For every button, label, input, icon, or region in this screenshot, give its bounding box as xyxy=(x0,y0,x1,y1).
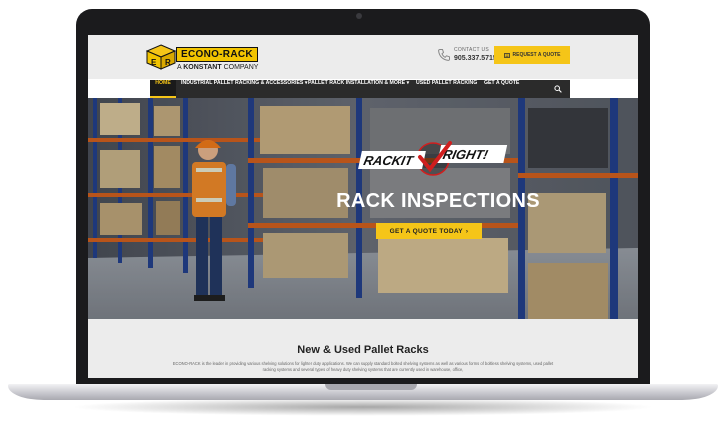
rackit-right-badge: RACKIT RIGHT! xyxy=(358,141,508,176)
nav-item-installation[interactable]: PALLET RACK INSTALLATION & MORE ▾ xyxy=(308,80,409,98)
laptop-bezel: E R ECONO-RACK A KONSTANT COMPANY CONTAC… xyxy=(76,9,650,389)
logo-sub-suffix: COMPANY xyxy=(223,64,259,71)
contact-label: CONTACT US xyxy=(454,47,490,53)
nav-label: INDUSTRIAL PALLET RACKING & ACCESSORIES xyxy=(181,80,304,86)
chevron-down-icon: ▾ xyxy=(406,80,410,86)
site-header: E R ECONO-RACK A KONSTANT COMPANY CONTAC… xyxy=(88,35,638,79)
nav-item-industrial-racking[interactable]: INDUSTRIAL PALLET RACKING & ACCESSORIES … xyxy=(181,80,307,98)
nav-item-used-racking[interactable]: USED PALLET RACKING xyxy=(416,80,477,98)
browser-viewport: E R ECONO-RACK A KONSTANT COMPANY CONTAC… xyxy=(88,35,638,378)
cube-logo-icon: E R xyxy=(146,44,176,70)
hero-title: RACK INSPECTIONS xyxy=(336,190,540,212)
logo-name: ECONO-RACK xyxy=(176,47,258,62)
camera-icon xyxy=(356,13,362,19)
section-title: New & Used Pallet Racks xyxy=(297,344,429,356)
cta-label: GET A QUOTE TODAY xyxy=(389,227,463,235)
chevron-right-icon: › xyxy=(465,227,469,235)
main-nav: HOME INDUSTRIAL PALLET RACKING & ACCESSO… xyxy=(150,80,570,98)
logo-subtitle: A KONSTANT COMPANY xyxy=(177,64,258,71)
search-icon[interactable] xyxy=(554,85,562,93)
nav-item-home[interactable]: HOME xyxy=(150,80,176,98)
phone-icon xyxy=(438,49,450,61)
get-quote-today-button[interactable]: GET A QUOTE TODAY › xyxy=(376,223,482,239)
nav-label: PALLET RACK INSTALLATION & MORE xyxy=(308,80,406,86)
cube-letter-e: E xyxy=(151,58,157,67)
cube-letter-r: R xyxy=(165,58,171,67)
section-text: ECONO-RACK is the leader in providing va… xyxy=(172,361,554,372)
document-icon xyxy=(503,52,510,58)
phone-number[interactable]: 905.337.5715 xyxy=(454,55,497,62)
badge-right: RIGHT! xyxy=(442,147,490,162)
badge-rackit: RACKIT xyxy=(362,153,415,168)
logo-sub-brand: KONSTANT xyxy=(183,64,222,71)
laptop-notch xyxy=(325,384,417,390)
site-logo[interactable]: E R ECONO-RACK A KONSTANT COMPANY xyxy=(146,44,258,72)
laptop-base xyxy=(8,384,718,400)
nav-item-get-quote[interactable]: GET A QUOTE xyxy=(484,80,519,98)
laptop-shadow xyxy=(70,398,656,416)
logo-sub-prefix: A xyxy=(177,64,182,71)
hero-banner: RACKIT RIGHT! RACK INSPECTIONS GET A QUO… xyxy=(88,98,638,319)
intro-section: New & Used Pallet Racks ECONO-RACK is th… xyxy=(88,319,638,378)
request-quote-label: REQUEST A QUOTE xyxy=(512,52,561,58)
request-quote-button[interactable]: REQUEST A QUOTE xyxy=(494,46,570,64)
